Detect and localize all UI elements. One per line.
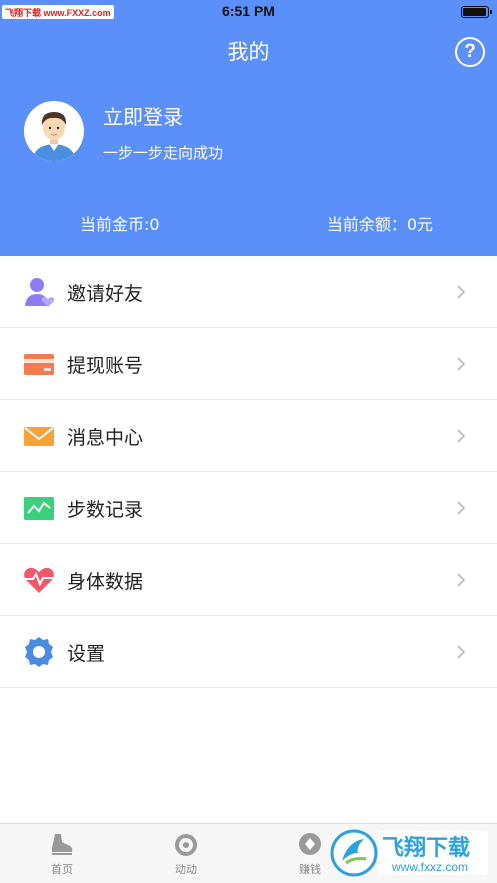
menu-label: 步数记录 xyxy=(67,499,144,521)
avatar-icon xyxy=(24,101,84,161)
svg-text:飞翔下载: 飞翔下载 xyxy=(382,835,470,861)
menu-label: 设置 xyxy=(67,643,106,665)
menu-item-step-records[interactable]: 步数记录 xyxy=(0,472,497,544)
menu-list: 邀请好友 提现账号 消息中心 步数记录 身体数据 设置 xyxy=(0,256,497,688)
invite-friend-icon xyxy=(25,278,55,307)
status-time: 6:51 PM xyxy=(222,3,275,19)
ring-icon xyxy=(175,834,197,856)
chevron-right-icon xyxy=(457,573,466,587)
menu-label: 提现账号 xyxy=(67,355,144,377)
menu-item-settings[interactable]: 设置 xyxy=(0,616,497,688)
tab-activity[interactable]: 动动 xyxy=(124,824,248,883)
chevron-right-icon xyxy=(457,429,466,443)
card-icon xyxy=(24,354,54,375)
avatar[interactable] xyxy=(24,101,84,161)
shoe-icon xyxy=(52,834,73,855)
site-logo-image: 飞翔下载 www.fxxz.com xyxy=(330,829,488,877)
battery-level xyxy=(463,8,486,16)
profile-header: 飞翔下载 www.FXXZ.com 6:51 PM 我的 ? 立即登录 一步一步… xyxy=(0,0,497,256)
heartbeat-icon xyxy=(24,567,54,593)
site-logo-watermark: 飞翔下载 www.fxxz.com xyxy=(330,823,490,883)
menu-item-invite-friends[interactable]: 邀请好友 xyxy=(0,256,497,328)
chart-icon xyxy=(24,497,54,520)
slogan-text: 一步一步走向成功 xyxy=(103,144,224,162)
menu-label: 消息中心 xyxy=(67,427,144,449)
menu-label: 身体数据 xyxy=(67,571,144,593)
tab-label: 首页 xyxy=(51,863,73,876)
chevron-right-icon xyxy=(457,645,466,659)
diamond-icon xyxy=(299,833,321,855)
help-button[interactable]: ? xyxy=(455,37,485,67)
menu-item-message-center[interactable]: 消息中心 xyxy=(0,400,497,472)
battery-icon xyxy=(461,6,492,18)
tab-home[interactable]: 首页 xyxy=(0,824,124,883)
question-circle-icon: ? xyxy=(464,41,476,62)
page-title: 我的 xyxy=(227,40,270,64)
menu-item-withdraw-account[interactable]: 提现账号 xyxy=(0,328,497,400)
chevron-right-icon xyxy=(457,357,466,371)
chevron-right-icon xyxy=(457,501,466,515)
gear-icon xyxy=(25,637,53,667)
tab-label: 动动 xyxy=(175,863,197,876)
login-link[interactable]: 立即登录 xyxy=(103,101,183,130)
svg-text:www.fxxz.com: www.fxxz.com xyxy=(391,860,468,874)
menu-label: 邀请好友 xyxy=(67,283,144,305)
coin-count: 当前金币:0 xyxy=(80,215,160,234)
envelope-icon xyxy=(24,427,54,446)
balance-amount: 当前余额：0元 xyxy=(326,215,433,234)
chevron-right-icon xyxy=(457,285,466,299)
menu-item-body-data[interactable]: 身体数据 xyxy=(0,544,497,616)
status-bar: 飞翔下载 www.FXXZ.com 6:51 PM xyxy=(0,0,497,24)
